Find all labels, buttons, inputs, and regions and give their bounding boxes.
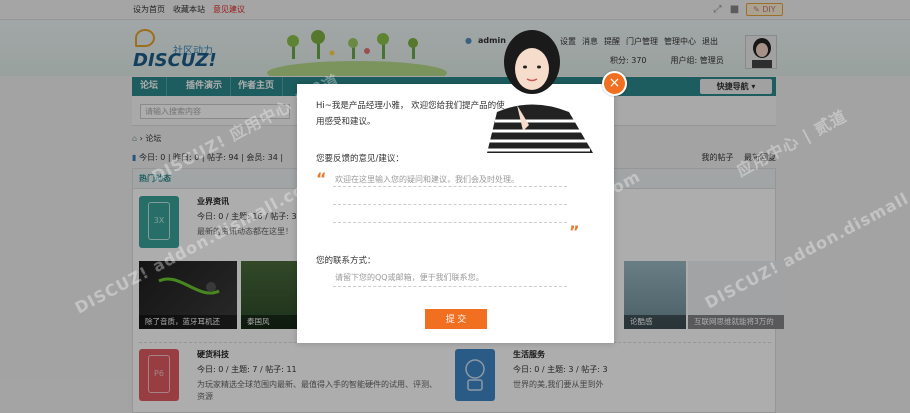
contact-label: 您的联系方式： bbox=[316, 256, 376, 266]
product-manager-illustration bbox=[485, 30, 593, 153]
textarea-line bbox=[333, 186, 567, 187]
textarea-line bbox=[333, 204, 567, 205]
quote-close-icon: ” bbox=[569, 222, 580, 241]
quote-open-icon: “ bbox=[316, 169, 327, 188]
close-button[interactable]: × bbox=[602, 71, 627, 96]
feedback-question-label: 您要反馈的意见/建议： bbox=[316, 154, 404, 164]
submit-button[interactable]: 提 交 bbox=[425, 309, 487, 329]
feedback-placeholder: 欢迎在这里输入您的疑问和建议，我们会及时处理。 bbox=[335, 175, 519, 184]
contact-input[interactable]: 请留下您的QQ或邮箱，便于我们联系您。 bbox=[333, 270, 567, 287]
feedback-textarea[interactable]: 欢迎在这里输入您的疑问和建议，我们会及时处理。 bbox=[333, 172, 567, 236]
textarea-line bbox=[333, 222, 567, 223]
